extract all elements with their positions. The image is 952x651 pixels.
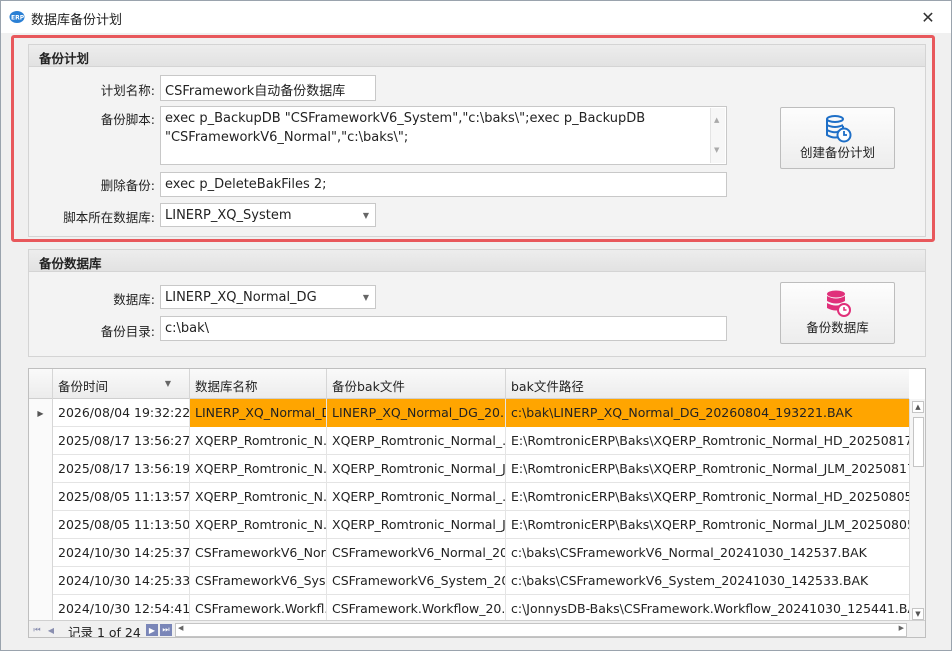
table-row[interactable]: 2024/10/30 14:25:33 CSFrameworkV6_Sys...… bbox=[29, 567, 909, 595]
cell-bak-path[interactable]: E:\RomtronicERP\Baks\XQERP_Romtronic_Nor… bbox=[506, 511, 909, 539]
column-header-db-name[interactable]: 数据库名称 bbox=[190, 369, 327, 399]
backup-dir-input[interactable]: c:\bak\ bbox=[160, 316, 727, 341]
first-record-icon[interactable]: ⏮ bbox=[31, 624, 43, 636]
grid-navigator: ⏮ ◀ 记录 1 of 24 ▶ ⏭ ◀ ▶ bbox=[29, 620, 925, 638]
row-indicator bbox=[29, 595, 53, 623]
cell-backup-time[interactable]: 2025/08/05 11:13:50 bbox=[53, 511, 190, 539]
cell-bak-file[interactable]: XQERP_Romtronic_Normal_... bbox=[327, 483, 506, 511]
cell-db-name[interactable]: CSFramework.Workfl... bbox=[190, 595, 327, 623]
next-record-icon[interactable]: ▶ bbox=[146, 624, 158, 636]
cell-backup-time[interactable]: 2024/10/30 14:25:33 bbox=[53, 567, 190, 595]
cell-db-name[interactable]: XQERP_Romtronic_N... bbox=[190, 427, 327, 455]
row-indicator bbox=[29, 511, 53, 539]
cell-bak-path[interactable]: c:\baks\CSFrameworkV6_System_20241030_14… bbox=[506, 567, 909, 595]
cell-bak-file[interactable]: XQERP_Romtronic_Normal_J... bbox=[327, 455, 506, 483]
cell-backup-time[interactable]: 2024/10/30 12:54:41 bbox=[53, 595, 190, 623]
backup-panel-title: 备份数据库 bbox=[29, 250, 925, 272]
cell-bak-path[interactable]: c:\JonnysDB-Baks\CSFramework.Workflow_20… bbox=[506, 595, 909, 623]
cell-bak-path[interactable]: c:\baks\CSFrameworkV6_Normal_20241030_14… bbox=[506, 539, 909, 567]
cell-bak-path[interactable]: E:\RomtronicERP\Baks\XQERP_Romtronic_Nor… bbox=[506, 483, 909, 511]
cell-db-name[interactable]: XQERP_Romtronic_N... bbox=[190, 455, 327, 483]
cell-db-name[interactable]: LINERP_XQ_Normal_DG bbox=[190, 399, 327, 427]
sort-descending-icon: ▼ bbox=[164, 379, 171, 388]
table-row[interactable]: 2024/10/30 14:25:37 CSFrameworkV6_Nor...… bbox=[29, 539, 909, 567]
row-indicator bbox=[29, 567, 53, 595]
backup-database-button[interactable]: 备份数据库 bbox=[780, 282, 895, 344]
column-header-label: 备份时间 bbox=[58, 379, 109, 394]
cell-bak-file[interactable]: CSFrameworkV6_System_20... bbox=[327, 567, 506, 595]
close-button[interactable]: ✕ bbox=[905, 1, 951, 33]
backup-db-label: 数据库: bbox=[113, 292, 155, 307]
grid-vertical-scrollbar[interactable]: ▲ ▼ bbox=[909, 399, 925, 622]
row-indicator bbox=[29, 483, 53, 511]
row-indicator bbox=[29, 539, 53, 567]
cell-bak-path[interactable]: E:\RomtronicERP\Baks\XQERP_Romtronic_Nor… bbox=[506, 455, 909, 483]
scrollbar-thumb[interactable] bbox=[913, 417, 924, 467]
cell-db-name[interactable]: XQERP_Romtronic_N... bbox=[190, 511, 327, 539]
last-record-icon[interactable]: ⏭ bbox=[160, 624, 172, 636]
cell-backup-time[interactable]: 2026/08/04 19:32:22 bbox=[53, 399, 190, 427]
backup-db-select[interactable]: LINERP_XQ_Normal_DG ▼ bbox=[160, 285, 376, 309]
cell-bak-file[interactable]: XQERP_Romtronic_Normal_... bbox=[327, 427, 506, 455]
cell-db-name[interactable]: CSFrameworkV6_Nor... bbox=[190, 539, 327, 567]
row-indicator bbox=[29, 455, 53, 483]
row-indicator-header bbox=[29, 369, 53, 399]
svg-text:ERP: ERP bbox=[11, 15, 25, 22]
scroll-up-icon[interactable]: ▲ bbox=[912, 401, 924, 413]
table-row[interactable]: 2024/10/30 12:54:41 CSFramework.Workfl..… bbox=[29, 595, 909, 623]
backup-db-value: LINERP_XQ_Normal_DG bbox=[165, 290, 317, 305]
backup-plan-window: ERP 数据库备份计划 ✕ 备份计划 计划名称: CSFramework自动备份… bbox=[0, 0, 952, 651]
erp-app-icon: ERP bbox=[9, 11, 25, 23]
record-info: 记录 1 of 24 bbox=[68, 625, 141, 638]
scroll-right-icon[interactable]: ▶ bbox=[899, 624, 904, 632]
table-row[interactable]: 2025/08/17 13:56:27 XQERP_Romtronic_N...… bbox=[29, 427, 909, 455]
row-pointer-icon: ▶ bbox=[29, 399, 53, 427]
column-header-bak-path[interactable]: bak文件路径 bbox=[506, 369, 909, 399]
database-backup-icon bbox=[826, 290, 851, 317]
backup-history-grid: 备份时间 ▼ 数据库名称 备份bak文件 bak文件路径 ▶ 2026/08/0… bbox=[28, 368, 926, 638]
chevron-down-icon[interactable]: ▼ bbox=[357, 286, 375, 308]
cell-backup-time[interactable]: 2024/10/30 14:25:37 bbox=[53, 539, 190, 567]
cell-bak-file[interactable]: CSFrameworkV6_Normal_20... bbox=[327, 539, 506, 567]
backup-dir-label: 备份目录: bbox=[100, 324, 155, 339]
cell-backup-time[interactable]: 2025/08/17 13:56:27 bbox=[53, 427, 190, 455]
backup-database-label: 备份数据库 bbox=[806, 320, 869, 335]
cell-bak-path[interactable]: E:\RomtronicERP\Baks\XQERP_Romtronic_Nor… bbox=[506, 427, 909, 455]
grid-horizontal-scrollbar[interactable]: ◀ ▶ bbox=[175, 623, 907, 637]
grid-header: 备份时间 ▼ 数据库名称 备份bak文件 bak文件路径 bbox=[29, 369, 909, 399]
table-row[interactable]: 2025/08/05 11:13:57 XQERP_Romtronic_N...… bbox=[29, 483, 909, 511]
previous-record-icon[interactable]: ◀ bbox=[45, 624, 57, 636]
cell-bak-path[interactable]: c:\bak\LINERP_XQ_Normal_DG_20260804_1932… bbox=[506, 399, 909, 427]
table-row[interactable]: 2025/08/17 13:56:19 XQERP_Romtronic_N...… bbox=[29, 455, 909, 483]
cell-bak-file[interactable]: XQERP_Romtronic_Normal_J... bbox=[327, 511, 506, 539]
cell-db-name[interactable]: XQERP_Romtronic_N... bbox=[190, 483, 327, 511]
column-header-backup-time[interactable]: 备份时间 ▼ bbox=[53, 369, 190, 399]
title-bar: ERP 数据库备份计划 ✕ bbox=[1, 1, 951, 33]
window-title: 数据库备份计划 bbox=[31, 13, 123, 28]
table-row[interactable]: ▶ 2026/08/04 19:32:22 LINERP_XQ_Normal_D… bbox=[29, 399, 909, 427]
scroll-left-icon[interactable]: ◀ bbox=[178, 624, 183, 632]
highlight-frame bbox=[11, 35, 935, 242]
cell-backup-time[interactable]: 2025/08/05 11:13:57 bbox=[53, 483, 190, 511]
cell-bak-file[interactable]: CSFramework.Workflow_20... bbox=[327, 595, 506, 623]
cell-bak-file[interactable]: LINERP_XQ_Normal_DG_20... bbox=[327, 399, 506, 427]
scroll-down-icon[interactable]: ▼ bbox=[912, 608, 924, 620]
column-header-bak-file[interactable]: 备份bak文件 bbox=[327, 369, 506, 399]
table-row[interactable]: 2025/08/05 11:13:50 XQERP_Romtronic_N...… bbox=[29, 511, 909, 539]
row-indicator bbox=[29, 427, 53, 455]
cell-db-name[interactable]: CSFrameworkV6_Sys... bbox=[190, 567, 327, 595]
cell-backup-time[interactable]: 2025/08/17 13:56:19 bbox=[53, 455, 190, 483]
